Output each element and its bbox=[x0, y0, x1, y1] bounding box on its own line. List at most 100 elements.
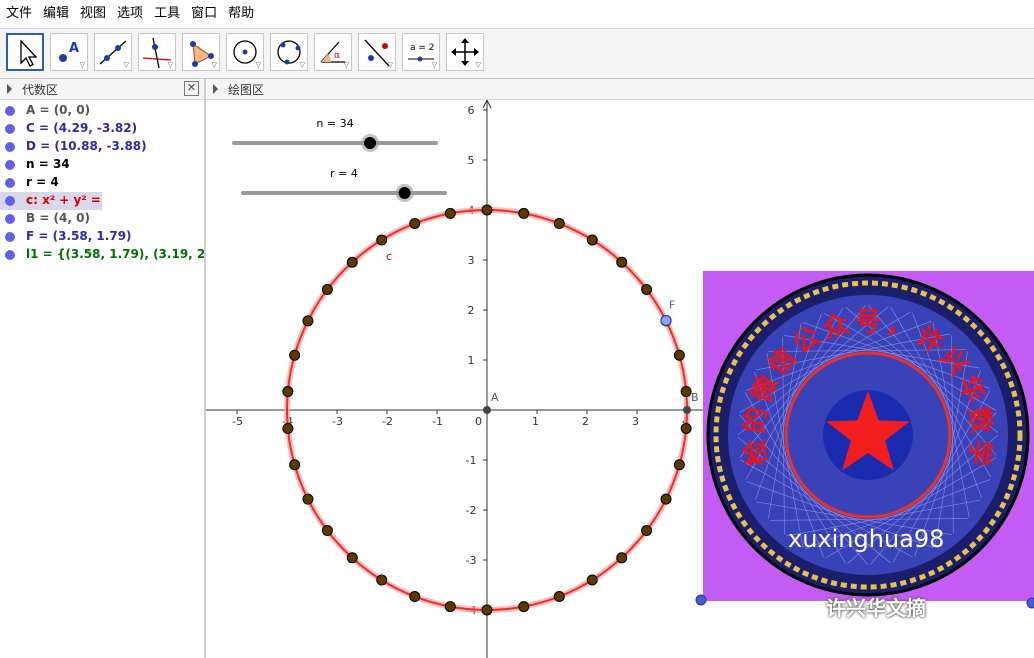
algebra-row-text: n = 34 bbox=[26, 157, 70, 171]
visibility-toggle-icon[interactable] bbox=[5, 124, 15, 134]
collapse-arrow-icon[interactable] bbox=[213, 84, 218, 94]
visibility-toggle-icon[interactable] bbox=[5, 106, 15, 116]
sequence-point[interactable] bbox=[680, 422, 692, 434]
move-view-tool-button[interactable]: ▽ bbox=[446, 33, 484, 71]
algebra-row-text: B = (4, 0) bbox=[26, 211, 90, 225]
cursor-arrow-icon bbox=[20, 39, 38, 67]
dropdown-triangle-icon: ▽ bbox=[343, 61, 349, 69]
sequence-point[interactable] bbox=[376, 574, 388, 586]
watermark-text: 许兴华文摘 bbox=[826, 596, 926, 620]
sequence-point[interactable] bbox=[586, 574, 598, 586]
sequence-point[interactable] bbox=[302, 493, 314, 505]
perpendicular-tool-button[interactable]: ▽ bbox=[138, 33, 176, 71]
algebra-row[interactable]: D = (10.88, -3.88) bbox=[0, 138, 204, 156]
menu-item-5[interactable]: 窗口 bbox=[185, 0, 222, 28]
sequence-point[interactable] bbox=[282, 386, 294, 398]
sequence-point[interactable] bbox=[289, 459, 301, 471]
polygon-tool-button[interactable]: ▽ bbox=[182, 33, 220, 71]
sequence-point[interactable] bbox=[444, 207, 456, 219]
point-f[interactable] bbox=[660, 314, 672, 327]
visibility-toggle-icon[interactable] bbox=[5, 160, 15, 170]
x-tick-label: -5 bbox=[232, 415, 243, 428]
visibility-toggle-icon[interactable] bbox=[5, 142, 15, 152]
reflect-tool-button[interactable]: ▽ bbox=[358, 33, 396, 71]
menu-item-1[interactable]: 编辑 bbox=[37, 0, 74, 28]
sequence-point[interactable] bbox=[673, 459, 685, 471]
dropdown-triangle-icon: ▽ bbox=[299, 61, 305, 69]
algebra-row[interactable]: C = (4.29, -3.82) bbox=[0, 120, 204, 138]
emblem-arc-char: 学 bbox=[962, 437, 997, 468]
line-tool-button[interactable]: ▽ bbox=[94, 33, 132, 71]
sequence-point[interactable] bbox=[616, 256, 628, 268]
graphics-canvas[interactable]: -5 -4 -3 -2 -1 0 1 2 3 4654321-1-2-3-4cA BFn = 34r… bbox=[206, 100, 1034, 658]
sequence-point[interactable] bbox=[518, 601, 530, 613]
point-b[interactable] bbox=[683, 406, 691, 414]
close-icon[interactable]: ✕ bbox=[184, 81, 199, 96]
sequence-point[interactable] bbox=[680, 386, 692, 398]
sequence-point[interactable] bbox=[641, 525, 653, 537]
emblem-arc-char: 的 bbox=[739, 405, 773, 435]
y-tick-label: 6 bbox=[468, 104, 475, 117]
visibility-toggle-icon[interactable] bbox=[5, 232, 15, 242]
algebra-view: A = (0, 0) C = (4.29, -3.82) D = (10.88, -… bbox=[0, 100, 204, 658]
visibility-toggle-icon[interactable] bbox=[5, 196, 15, 206]
algebra-row[interactable]: n = 34 bbox=[0, 156, 204, 174]
sequence-point[interactable] bbox=[673, 349, 685, 361]
sequence-point[interactable] bbox=[616, 552, 628, 564]
menu-item-2[interactable]: 视图 bbox=[74, 0, 111, 28]
sequence-point[interactable] bbox=[409, 218, 421, 230]
algebra-row[interactable]: B = (4, 0) bbox=[0, 210, 204, 228]
sequence-point[interactable] bbox=[289, 349, 301, 361]
sequence-point[interactable] bbox=[321, 283, 333, 295]
point-c[interactable] bbox=[695, 594, 707, 606]
sequence-point[interactable] bbox=[409, 590, 421, 602]
circle-center-tool-button[interactable]: ▽ bbox=[226, 33, 264, 71]
sequence-point[interactable] bbox=[302, 315, 314, 327]
point-f-label: F bbox=[669, 299, 675, 312]
point-tool-button[interactable]: A ▽ bbox=[50, 33, 88, 71]
slider-n-label: n = 34 bbox=[316, 117, 353, 130]
sequence-point[interactable] bbox=[660, 493, 672, 505]
menu-item-6[interactable]: 帮助 bbox=[222, 0, 259, 28]
sequence-point[interactable] bbox=[481, 604, 493, 616]
sequence-point[interactable] bbox=[481, 204, 493, 216]
sequence-point[interactable] bbox=[586, 234, 598, 246]
visibility-toggle-icon[interactable] bbox=[5, 214, 15, 224]
circle-three-points-tool-button[interactable]: ▽ bbox=[270, 33, 308, 71]
dropdown-triangle-icon: ▽ bbox=[79, 61, 85, 69]
algebra-row[interactable]: A = (0, 0) bbox=[0, 102, 204, 120]
sequence-point[interactable] bbox=[321, 525, 333, 537]
menu-item-0[interactable]: 文件 bbox=[0, 0, 37, 28]
emblem-arc-char: 数 bbox=[963, 405, 996, 436]
sequence-point[interactable] bbox=[376, 234, 388, 246]
sequence-point[interactable] bbox=[641, 283, 653, 295]
algebra-row-text: l1 = {(3.58, 1.79), (3.19, 2.42), (2 bbox=[26, 247, 204, 261]
algebra-row[interactable]: F = (3.58, 1.79) bbox=[0, 228, 204, 246]
angle-tool-button[interactable]: α ▽ bbox=[314, 33, 352, 71]
slider-n-knob[interactable] bbox=[364, 137, 377, 149]
algebra-row[interactable]: c: x² + y² = 16 bbox=[0, 192, 102, 210]
emblem-arc-char: 号 bbox=[855, 308, 881, 338]
sequence-point[interactable] bbox=[444, 601, 456, 613]
collapse-arrow-icon[interactable] bbox=[7, 84, 12, 94]
menu-item-4[interactable]: 工具 bbox=[148, 0, 185, 28]
sequence-point[interactable] bbox=[518, 207, 530, 219]
slider-r-knob[interactable] bbox=[398, 187, 411, 199]
slider-tool-button[interactable]: a = 2 ▽ bbox=[402, 33, 440, 71]
move-tool-button[interactable] bbox=[6, 33, 44, 71]
algebra-row[interactable]: r = 4 bbox=[0, 174, 204, 192]
point-a[interactable] bbox=[483, 406, 491, 414]
menu-item-3[interactable]: 选项 bbox=[111, 0, 148, 28]
sequence-point[interactable] bbox=[346, 552, 358, 564]
visibility-toggle-icon[interactable] bbox=[5, 250, 15, 260]
graphics-view[interactable]: -5 -4 -3 -2 -1 0 1 2 3 4 6 5 4 3 2 1 -1 -2 -3 -4 c A B Fn = 34 r… bbox=[206, 100, 1034, 658]
visibility-toggle-icon[interactable] bbox=[5, 178, 15, 188]
sequence-point[interactable] bbox=[553, 218, 565, 230]
point-d[interactable] bbox=[1026, 597, 1034, 609]
algebra-row-text: C = (4.29, -3.82) bbox=[26, 121, 138, 135]
graphics-view-header: 绘图区 bbox=[206, 79, 1034, 100]
algebra-row[interactable]: l1 = {(3.58, 1.79), (3.19, 2.42), (2 bbox=[0, 246, 204, 264]
sequence-point[interactable] bbox=[553, 590, 565, 602]
sequence-point[interactable] bbox=[346, 256, 358, 268]
sequence-point[interactable] bbox=[282, 422, 294, 434]
